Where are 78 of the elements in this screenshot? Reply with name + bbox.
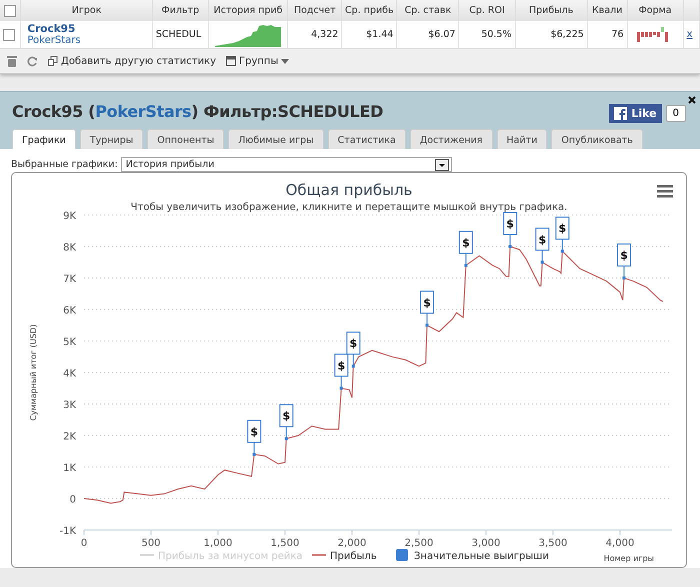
facebook-icon — [614, 107, 628, 120]
y-tick-label: 3K — [63, 400, 76, 411]
tab[interactable]: Графики — [12, 129, 76, 149]
player-link[interactable]: Crock95 — [27, 23, 149, 35]
point — [622, 276, 626, 280]
chart-select-label: Выбранные графики: — [11, 159, 118, 170]
y-tick-label: 6K — [63, 306, 76, 316]
like-count: 0 — [666, 105, 686, 122]
select-all-checkbox[interactable] — [4, 4, 16, 16]
y-axis-title: Суммарный итог (USD) — [29, 324, 38, 421]
y-tick-label: 9K — [63, 211, 76, 222]
y-tick-label: 4K — [63, 368, 76, 380]
close-icon[interactable] — [688, 96, 696, 104]
legend-item[interactable]: Прибыль — [312, 551, 377, 562]
point — [560, 250, 564, 253]
column-header[interactable]: Прибыль — [515, 0, 588, 21]
point — [464, 264, 468, 267]
refresh-icon[interactable] — [27, 56, 38, 66]
x-tick-label: 4,000 — [606, 538, 634, 549]
point — [540, 260, 544, 264]
x-tick-label: 1,000 — [204, 538, 232, 549]
chart-subtitle: Чтобы увеличить изображение, кликните и перетащите мышкой внутрь графика. — [130, 202, 568, 213]
menu-icon[interactable] — [657, 185, 673, 198]
y-tick-label: 8K — [63, 242, 76, 254]
legend-label: Прибыль — [330, 551, 377, 562]
trash-icon[interactable] — [7, 55, 17, 67]
caret-icon — [281, 58, 290, 64]
column-header[interactable]: Квали — [587, 0, 628, 21]
row-checkbox[interactable] — [3, 28, 15, 40]
column-header[interactable]: Ср. ROI — [458, 0, 515, 21]
x-tick-label: 1,500 — [270, 538, 300, 549]
window-icon — [48, 56, 58, 66]
point — [252, 452, 256, 456]
point — [340, 386, 343, 390]
dropdown-icon — [434, 158, 449, 170]
y-tick-label: -1K — [59, 526, 76, 537]
groups-button[interactable]: Группы — [226, 56, 290, 66]
y-tick-label: 2K — [63, 432, 76, 442]
chart-select[interactable]: История прибыли — [120, 157, 452, 172]
column-header[interactable]: Форма — [627, 0, 684, 21]
profile-title: Crock95 (PokerStars) Фильтр:SCHEDULED — [12, 102, 384, 121]
sparkline-drawing — [213, 22, 284, 46]
column-header[interactable]: Фильтр — [152, 0, 208, 21]
add-stat-button[interactable]: Добавить другую статистику — [48, 56, 216, 66]
x-tick-label: 2,500 — [404, 538, 434, 549]
x-tick-label: 3,000 — [472, 538, 500, 549]
tab[interactable]: Опубликовать — [551, 129, 643, 149]
point — [508, 245, 512, 248]
x-tick-label: 2,000 — [338, 538, 366, 549]
chart-title: Общая прибыль — [286, 181, 412, 199]
point — [426, 324, 429, 327]
y-tick-label: 5K — [63, 337, 76, 348]
legend-item[interactable]: Значительные выигрыши — [396, 549, 549, 562]
legend-label: Значительные выигрыши — [414, 551, 549, 562]
tab[interactable]: Турниры — [80, 129, 144, 149]
tab[interactable]: Оппоненты — [147, 129, 224, 149]
y-tick-label: 1K — [63, 463, 76, 474]
y-tick-label: 7K — [63, 274, 76, 285]
table-icon — [226, 56, 236, 66]
x-tick-label: 500 — [141, 538, 161, 549]
x-tick-label: 3,500 — [538, 538, 568, 549]
like-button[interactable]: Like — [609, 104, 662, 123]
tab[interactable]: Достижения — [410, 129, 493, 149]
tab[interactable]: Любимые игры — [228, 129, 324, 149]
remove-link[interactable]: x — [686, 29, 693, 40]
tab[interactable]: Найти — [496, 129, 548, 149]
x-tick-label: 0 — [80, 538, 88, 549]
column-header[interactable]: История приб — [208, 0, 288, 21]
point — [352, 364, 355, 368]
tab[interactable]: Статистика — [328, 129, 406, 149]
column-header[interactable]: Подсчет — [288, 0, 342, 21]
column-header[interactable]: Игрок — [20, 0, 152, 21]
column-header[interactable]: Ср. ставк — [396, 0, 459, 21]
column-header[interactable]: Ср. прибь — [342, 0, 397, 21]
y-tick-label: 0 — [70, 494, 76, 506]
point — [284, 437, 288, 440]
site-link[interactable]: PokerStars — [27, 35, 149, 46]
x-axis-title: Номер игры — [604, 554, 654, 563]
